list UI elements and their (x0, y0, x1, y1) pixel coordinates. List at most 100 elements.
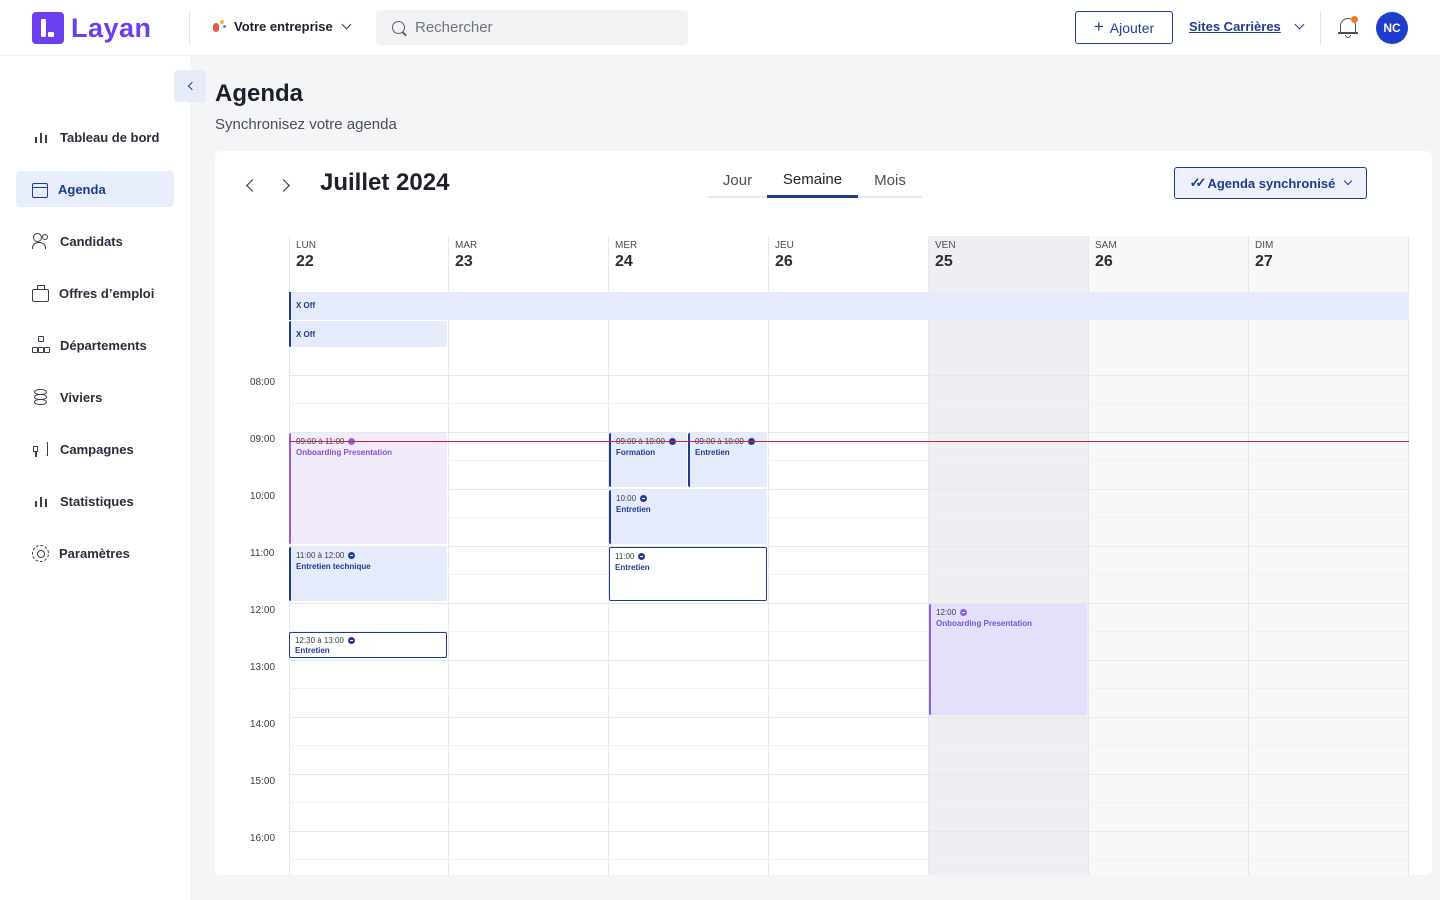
company-name: Votre entreprise (234, 18, 333, 34)
logo-mark-icon (32, 12, 64, 44)
chevron-down-icon[interactable] (1294, 19, 1305, 30)
briefcase-icon (32, 284, 49, 302)
grid-line (289, 717, 1409, 718)
sidebar: Tableau de bord Agenda Candidats Offres … (0, 56, 190, 900)
time-label: 12:00 (250, 605, 276, 616)
all-day-event[interactable]: X Off (289, 321, 447, 347)
add-button[interactable]: + Ajouter (1075, 11, 1173, 44)
event-title: Entretien (616, 505, 651, 514)
day-name: MAR (455, 240, 478, 251)
collapse-sidebar-button[interactable] (174, 70, 206, 102)
grid-line (289, 403, 1409, 404)
all-day-event[interactable]: X Off (289, 292, 1409, 320)
time-label: 14:00 (250, 719, 276, 730)
grid-line (289, 517, 1409, 518)
sidebar-item-label: Départements (60, 337, 147, 353)
calendar-event[interactable]: 12:00 Onboarding Presentation (929, 604, 1087, 715)
megaphone-icon (32, 440, 50, 458)
sidebar-item-label: Paramètres (59, 545, 130, 561)
calendar-icon (32, 182, 48, 198)
notification-dot (1351, 16, 1358, 23)
grid-line (289, 489, 1409, 490)
video-call-icon (348, 552, 356, 559)
grid-line (289, 688, 1409, 689)
event-title: Entretien (615, 563, 650, 572)
time-label: 09:00 (250, 434, 276, 445)
day-column-thu[interactable]: JEU 26 (769, 236, 929, 875)
sidebar-item-pools[interactable]: Viviers (16, 379, 174, 415)
search-icon (392, 21, 405, 34)
grid-line (289, 603, 1409, 604)
grid-line (289, 859, 1409, 860)
bell-icon[interactable] (1338, 16, 1358, 38)
day-name: MER (615, 240, 638, 251)
day-number: 24 (615, 253, 633, 270)
day-name: VEN (935, 240, 956, 251)
calendar-card: Juillet 2024 Jour Semaine Mois ✓✓ Agenda… (215, 151, 1432, 875)
day-column-fri[interactable]: VEN 25 (929, 236, 1089, 875)
time-label: 11:00 (250, 548, 275, 559)
sidebar-item-departments[interactable]: Départements (16, 327, 174, 363)
time-label: 15:00 (250, 776, 276, 787)
plus-icon: + (1093, 16, 1104, 36)
search-input[interactable] (415, 19, 655, 36)
grid-line (289, 802, 1409, 803)
event-title: Entretien technique (296, 562, 371, 571)
time-label: 08:00 (250, 377, 276, 388)
day-column-tue[interactable]: MAR 23 (449, 236, 609, 875)
page-subtitle: Synchronisez votre agenda (215, 116, 397, 133)
sidebar-item-job-offers[interactable]: Offres d’emploi (16, 275, 174, 311)
day-number: 23 (455, 253, 473, 270)
grid-line (289, 660, 1409, 661)
video-call-icon (640, 495, 648, 502)
sidebar-item-campaigns[interactable]: Campagnes (16, 431, 174, 467)
calendar-event[interactable]: 11:00 à 12:00 Entretien technique (289, 547, 447, 601)
grid-line (289, 774, 1409, 775)
app-logo[interactable]: Layan (32, 12, 152, 44)
calendar-event[interactable]: 11:00 Entretien (609, 547, 767, 601)
event-title: Onboarding Presentation (296, 448, 393, 457)
day-column-sat[interactable]: SAM 26 (1089, 236, 1249, 875)
video-call-icon (347, 637, 355, 644)
sidebar-item-statistics[interactable]: Statistiques (16, 483, 174, 519)
day-column-sun[interactable]: DIM 27 (1249, 236, 1409, 875)
company-selector[interactable]: Votre entreprise (212, 18, 352, 34)
event-time: 11:00 à 12:00 (296, 551, 345, 560)
current-time-indicator (289, 441, 1409, 442)
calendar-event[interactable]: 10:00 Entretien (609, 490, 767, 544)
event-title: Entretien (295, 646, 330, 655)
time-label: 16:00 (250, 833, 276, 844)
event-time: 12:30 à 13:00 (295, 636, 344, 645)
grid-line (289, 745, 1409, 746)
search-bar[interactable] (376, 10, 688, 45)
sidebar-item-dashboard[interactable]: Tableau de bord (16, 119, 174, 155)
sidebar-item-label: Viviers (60, 389, 103, 405)
chevron-down-icon (341, 19, 352, 29)
calendar-event[interactable]: 09:00 à 11:00 Onboarding Presentation (289, 433, 447, 544)
chevron-left-icon (187, 81, 196, 91)
grid-line (289, 460, 1409, 461)
bar-chart-icon (32, 128, 50, 146)
sidebar-item-agenda[interactable]: Agenda (16, 171, 174, 207)
add-button-label: Ajouter (1109, 19, 1155, 36)
time-label: 10:00 (250, 491, 276, 502)
calendar-event[interactable]: 12:30 à 13:00 Entretien (289, 632, 447, 658)
grid-line (289, 375, 1409, 376)
video-call-icon (638, 553, 646, 560)
sidebar-item-settings[interactable]: Paramètres (16, 535, 174, 571)
day-number: 25 (935, 253, 953, 270)
career-sites-link[interactable]: Sites Carrières (1189, 19, 1305, 34)
event-time: 10:00 (616, 494, 637, 503)
sidebar-item-label: Statistiques (60, 493, 134, 509)
day-name: LUN (296, 240, 317, 251)
video-call-icon (960, 609, 968, 616)
database-icon (32, 388, 50, 406)
event-title: Onboarding Presentation (936, 619, 1033, 628)
week-grid: LUN 22 MAR 23 MER 24 JEU 26 VEN 25 SAM 26 DIM 2… (215, 151, 1432, 875)
grid-line (289, 631, 1409, 632)
top-bar: Layan Votre entreprise + Ajouter Sites C… (0, 0, 1440, 56)
sidebar-item-candidates[interactable]: Candidats (16, 223, 174, 259)
avatar[interactable]: NC (1376, 12, 1408, 44)
event-time: 12:00 (936, 608, 957, 617)
day-name: DIM (1255, 240, 1274, 251)
